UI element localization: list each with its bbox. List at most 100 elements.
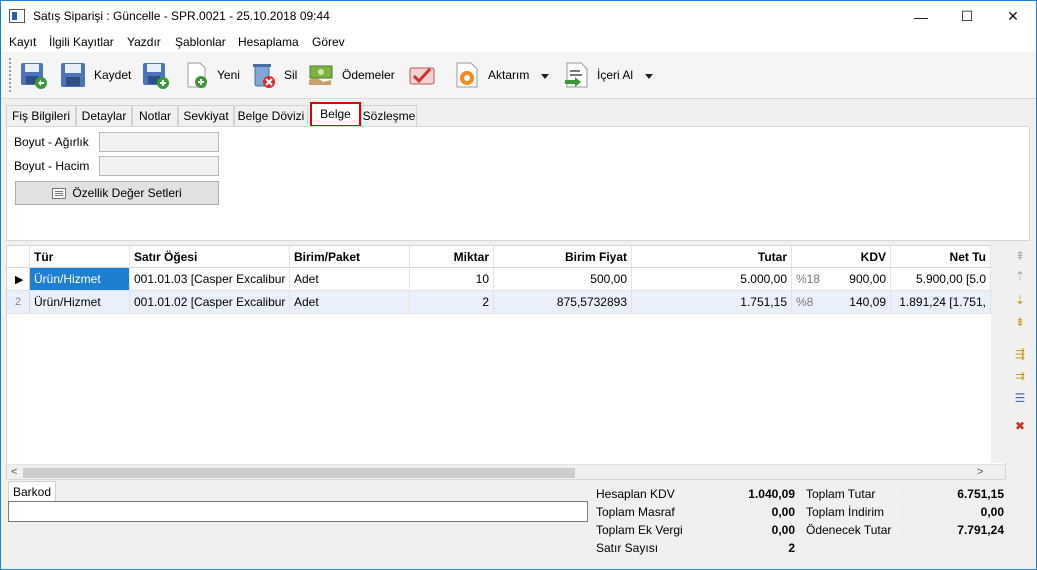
row-number[interactable]: 2 — [7, 291, 30, 313]
total-expense-value: 0,00 — [689, 503, 799, 520]
menu-kayit[interactable]: Kayıt — [9, 35, 36, 49]
table-row[interactable]: 2 Ürün/Hizmet 001.01.02 [Casper Excalibu… — [7, 291, 1005, 314]
import-button[interactable]: İçeri Al — [561, 58, 633, 92]
payments-button[interactable]: Ödemeler — [306, 58, 395, 92]
maximize-button[interactable]: ☐ — [944, 1, 990, 32]
weight-field[interactable] — [99, 132, 219, 152]
move-bottom-icon[interactable]: ⇟ — [1012, 315, 1028, 329]
cell-net[interactable]: 5.900,00 [5.0 — [891, 268, 991, 290]
cell-item[interactable]: 001.01.03 [Casper Excalibur ... — [130, 268, 290, 290]
save-new-button[interactable] — [141, 58, 171, 92]
cell-amount[interactable]: 5.000,00 — [632, 268, 792, 290]
footer-panel: Barkod Hesaplan KDV 1.040,09 Toplam Masr… — [6, 481, 1031, 567]
total-amount-label: Toplam Tutar — [806, 487, 876, 501]
save-button[interactable]: Kaydet — [58, 58, 131, 92]
main-window: Satış Siparişi : Güncelle - SPR.0021 - 2… — [0, 0, 1037, 570]
cell-price[interactable]: 875,5732893 — [494, 291, 632, 313]
scroll-thumb[interactable] — [23, 468, 575, 478]
list-icon — [52, 187, 67, 199]
row-list-icon[interactable]: ☰ — [1012, 391, 1028, 405]
tab-belge[interactable]: Belge — [310, 102, 361, 127]
row-count-label: Satır Sayısı — [596, 541, 659, 555]
move-down-icon[interactable]: ⇣ — [1012, 293, 1028, 307]
insert-row-icon[interactable]: ⇶ — [1012, 347, 1028, 361]
cell-amount[interactable]: 1.751,15 — [632, 291, 792, 313]
transfer-label: Aktarım — [488, 68, 530, 82]
new-document-icon — [187, 62, 207, 88]
calc-vat-label: Hesaplan KDV — [596, 487, 675, 501]
move-up-icon[interactable]: ⇡ — [1012, 269, 1028, 283]
close-button[interactable]: ✕ — [990, 1, 1036, 32]
add-row-icon[interactable]: ⇉ — [1012, 369, 1028, 383]
import-dropdown-arrow-icon[interactable] — [645, 74, 653, 79]
calc-vat-value: 1.040,09 — [689, 485, 799, 502]
menu-sablonlar[interactable]: Şablonlar — [175, 35, 226, 49]
menu-gorev[interactable]: Görev — [312, 35, 345, 49]
horizontal-scrollbar[interactable]: < > — [7, 464, 1005, 479]
tab-fis-bilgileri[interactable]: Fiş Bilgileri — [6, 105, 76, 126]
transfer-button[interactable]: Aktarım — [452, 58, 529, 92]
tab-sozlesme[interactable]: Sözleşme — [361, 105, 417, 126]
cell-price[interactable]: 500,00 — [494, 268, 632, 290]
menu-ilgili-kayitlar[interactable]: İlgili Kayıtlar — [49, 35, 114, 49]
scroll-left-icon[interactable]: < — [11, 466, 17, 478]
table-row[interactable]: ▶ Ürün/Hizmet 001.01.03 [Casper Excalibu… — [7, 268, 1005, 291]
toolbar-grip[interactable] — [9, 58, 12, 92]
cell-qty[interactable]: 2 — [410, 291, 494, 313]
save-close-button[interactable] — [19, 58, 49, 92]
menu-hesaplama[interactable]: Hesaplama — [238, 35, 299, 49]
cell-vat[interactable]: 900,00 — [832, 268, 891, 290]
cell-unit[interactable]: Adet — [290, 291, 410, 313]
total-extra-tax-label: Toplam Ek Vergi — [596, 523, 683, 537]
cell-net[interactable]: 1.891,24 [1.751, — [891, 291, 991, 313]
header-net[interactable]: Net Tu — [891, 246, 991, 268]
header-vat[interactable]: KDV — [792, 246, 891, 268]
payments-label: Ödemeler — [342, 68, 395, 82]
cell-type[interactable]: Ürün/Hizmet — [30, 268, 130, 290]
volume-label: Boyut - Hacim — [14, 159, 90, 173]
cell-qty[interactable]: 10 — [410, 268, 494, 290]
header-amount[interactable]: Tutar — [632, 246, 792, 268]
cell-unit[interactable]: Adet — [290, 268, 410, 290]
menu-bar: Kayıt İlgili Kayıtlar Yazdır Şablonlar H… — [1, 32, 1036, 52]
property-value-sets-button[interactable]: Özellik Değer Setleri — [15, 181, 219, 205]
menu-yazdir[interactable]: Yazdır — [127, 35, 161, 49]
header-price[interactable]: Birim Fiyat — [494, 246, 632, 268]
delete-row-icon[interactable]: ✖ — [1012, 419, 1028, 433]
move-top-icon[interactable]: ⇞ — [1012, 249, 1028, 263]
new-button[interactable]: Yeni — [181, 58, 240, 92]
window-title: Satış Siparişi : Güncelle - SPR.0021 - 2… — [33, 9, 330, 23]
toolbar: Kaydet Yeni Sil Ödemeler Aktarım İçeri A… — [1, 52, 1036, 99]
cell-type[interactable]: Ürün/Hizmet — [30, 291, 130, 313]
app-icon — [9, 9, 25, 23]
tab-barkod[interactable]: Barkod — [8, 481, 56, 501]
save-label: Kaydet — [94, 68, 132, 82]
save-close-icon — [21, 63, 47, 89]
transfer-dropdown-arrow-icon[interactable] — [541, 74, 549, 79]
tab-detaylar[interactable]: Detaylar — [76, 105, 132, 126]
row-indicator-arrow[interactable]: ▶ — [7, 268, 30, 290]
cell-vat[interactable]: 140,09 — [832, 291, 891, 313]
approve-button[interactable] — [407, 58, 437, 92]
total-expense-label: Toplam Masraf — [596, 505, 675, 519]
cell-vat-rate[interactable]: %8 — [792, 291, 832, 313]
minimize-button[interactable]: — — [898, 1, 944, 32]
cell-item[interactable]: 001.01.02 [Casper Excalibur ... — [130, 291, 290, 313]
barcode-input[interactable] — [8, 501, 588, 522]
header-unit[interactable]: Birim/Paket — [290, 246, 410, 268]
scroll-right-icon[interactable]: > — [977, 466, 983, 478]
volume-field[interactable] — [99, 156, 219, 176]
tab-notlar[interactable]: Notlar — [132, 105, 178, 126]
header-qty[interactable]: Miktar — [410, 246, 494, 268]
payments-icon — [309, 65, 333, 85]
save-new-icon — [143, 63, 169, 89]
delete-button[interactable]: Sil — [248, 58, 297, 92]
total-discount-label: Toplam İndirim — [806, 505, 885, 519]
cell-vat-rate[interactable]: %18 — [792, 268, 832, 290]
vertical-scrollbar[interactable] — [991, 245, 1006, 463]
tab-sevkiyat[interactable]: Sevkiyat — [178, 105, 234, 126]
header-type[interactable]: Tür — [30, 246, 130, 268]
total-amount-value: 6.751,15 — [898, 485, 1008, 502]
header-item[interactable]: Satır Öğesi — [130, 246, 290, 268]
tab-belge-dovizi[interactable]: Belge Dövizi — [234, 105, 308, 126]
